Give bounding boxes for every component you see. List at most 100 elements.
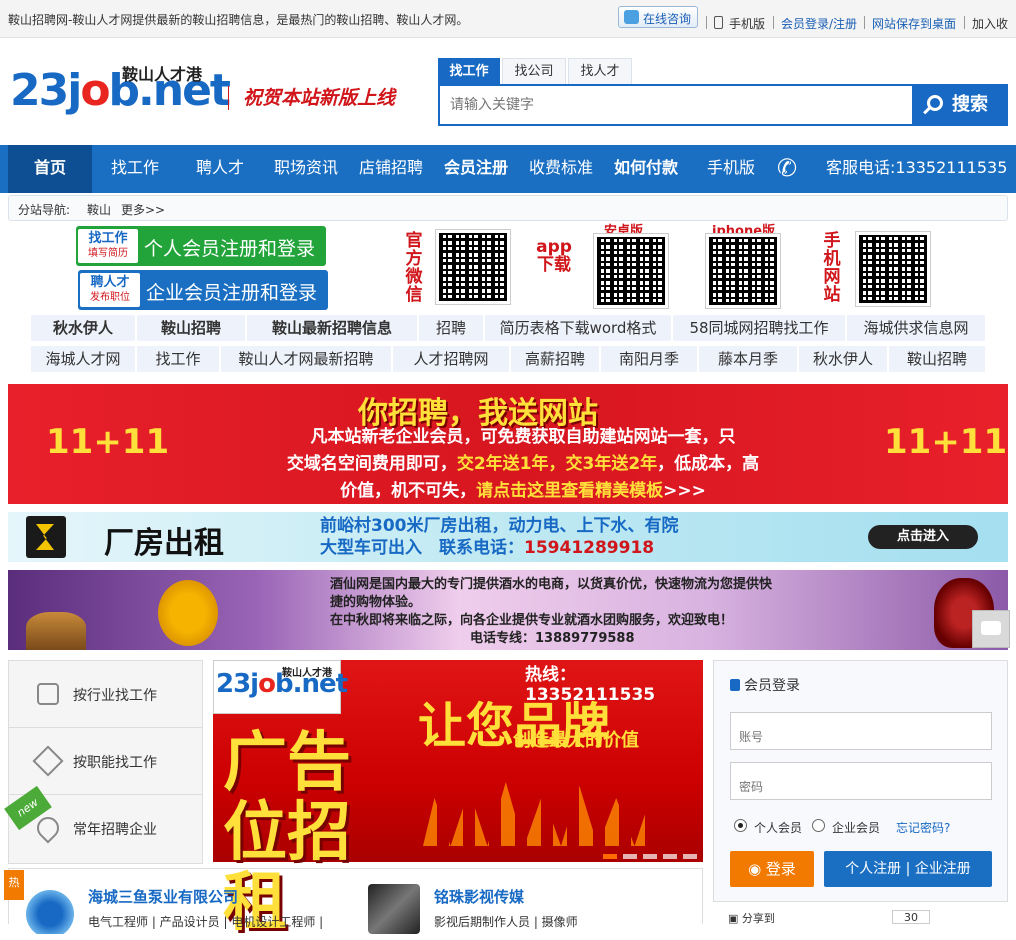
carousel-dots[interactable] (603, 848, 703, 863)
add-favorite-link[interactable]: 加入收 (972, 15, 1008, 32)
site-logo[interactable]: 23job.net 鞍山人才港 (10, 55, 231, 129)
share-icon: ▣ (728, 912, 742, 925)
forgot-password-link[interactable]: 忘记密码? (896, 819, 950, 836)
password-input[interactable] (730, 762, 992, 800)
mobile-site-label: 手机网站 (823, 231, 841, 305)
left-menu: 按行业找工作 按职能找工作 常年招聘企业 (8, 660, 203, 864)
keyword-link[interactable]: 招聘 (418, 314, 484, 342)
logo-cn: 鞍山人才港 (122, 65, 203, 84)
site-description: 鞍山招聘网-鞍山人才网提供最新的鞍山招聘信息，是最热门的鞍山招聘、鞍山人才网。 (8, 13, 469, 27)
nav-hire[interactable]: 聘人才 (178, 145, 262, 193)
slogan: 祝贺本站新版上线 (228, 86, 395, 110)
enter-button: 点击进入 (868, 525, 978, 549)
cross-icon (32, 745, 64, 777)
ad-space-banner[interactable]: 23job.net 鞍山人才港 热线：13352111535 让您品牌 创造最大的… (213, 660, 703, 938)
chat-icon (624, 10, 639, 24)
nav-how-to-pay[interactable]: 如何付款 (604, 145, 688, 193)
nav-register[interactable]: 会员注册 (434, 145, 518, 193)
search-box: 搜索 (438, 84, 1008, 126)
service-hotline: 客服电话:13352111535 (826, 158, 1008, 177)
keyword-link[interactable]: 海城人才网 (30, 345, 136, 373)
nav-find-job[interactable]: 找工作 (94, 145, 176, 193)
company-item[interactable]: 海城三鱼泵业有限公司 电气工程师 | 产品设计员 | 电机设计工程师 | (88, 886, 323, 930)
divider (864, 16, 865, 29)
login-register-link[interactable]: 会员登录/注册 (781, 15, 857, 32)
brand-logo-icon (26, 516, 66, 558)
ad-logo: 23job.net 鞍山人才港 (213, 660, 348, 714)
keyword-link[interactable]: 58同城网招聘找工作 (672, 314, 846, 342)
search-button[interactable]: 搜索 (912, 86, 1008, 124)
android-qr-code (593, 233, 669, 309)
tab-find-talent[interactable]: 找人才 (568, 58, 632, 84)
keyword-link[interactable]: 秋水伊人 (30, 314, 136, 342)
company-logo (368, 884, 420, 934)
keyword-link[interactable]: 高薪招聘 (510, 345, 600, 373)
floating-chat-icon[interactable] (972, 610, 1010, 648)
keyword-link[interactable]: 鞍山招聘 (136, 314, 246, 342)
keyword-link[interactable]: 海城供求信息网 (846, 314, 986, 342)
radio-personal-label: 个人会员 (754, 821, 803, 835)
database-icon (37, 683, 59, 705)
keyword-link[interactable]: 秋水伊人 (798, 345, 888, 373)
iphone-qr-code (705, 233, 781, 309)
wechat-label: 官方微信 (405, 231, 423, 305)
factory-rental-banner[interactable]: 厂房出租 前峪村300米厂房出租，动力电、上下水、有院 大型车可出入 联系电话：… (8, 512, 1008, 562)
branch-city-link[interactable]: 鞍山 (87, 201, 111, 218)
divider (706, 16, 707, 29)
company-logo (24, 884, 76, 934)
keyword-link[interactable]: 人才招聘网 (392, 345, 510, 373)
nav-store-jobs[interactable]: 店铺招聘 (350, 145, 432, 193)
phone-icon: ✆ (776, 154, 798, 182)
tab-find-company[interactable]: 找公司 (502, 58, 566, 84)
menu-by-function[interactable]: 按职能找工作 (9, 728, 202, 795)
user-icon: ◉ (748, 860, 766, 878)
register-button[interactable]: 个人注册 | 企业注册 (824, 851, 992, 887)
mobile-site-qr-code (855, 231, 931, 307)
dancers-graphic (423, 782, 653, 846)
keyword-link[interactable]: 鞍山招聘 (888, 345, 986, 373)
nav-career-news[interactable]: 职场资讯 (264, 145, 348, 193)
member-login-panel: 会员登录 个人会员 企业会员 忘记密码? ◉ 登录 个人注册 | 企业注册 (713, 660, 1008, 902)
account-input[interactable] (730, 712, 992, 750)
keyword-link[interactable]: 简历表格下载word格式 (484, 314, 672, 342)
app-download-label: app下载 (536, 237, 572, 275)
login-title: 会员登录 (730, 675, 800, 695)
gourd-icon (158, 580, 218, 646)
menu-by-industry[interactable]: 按行业找工作 (9, 661, 202, 728)
radio-company-label: 企业会员 (832, 821, 881, 835)
keyword-link[interactable]: 南阳月季 (600, 345, 698, 373)
share-count: 30 (892, 910, 930, 924)
radio-personal[interactable] (734, 819, 747, 832)
share-bar[interactable]: ▣ 分享到 (728, 910, 888, 925)
nav-pricing[interactable]: 收费标准 (520, 145, 602, 193)
radio-company[interactable] (812, 819, 825, 832)
save-desktop-link[interactable]: 网站保存到桌面 (872, 15, 956, 32)
mobile-link[interactable]: 手机版 (729, 15, 765, 32)
online-consult-button[interactable]: 在线咨询 (618, 6, 698, 28)
lock-icon (730, 679, 740, 691)
keyword-link[interactable]: 藤本月季 (698, 345, 798, 373)
tab-find-job[interactable]: 找工作 (438, 58, 500, 84)
website-gift-banner[interactable]: 你招聘，我送网站 11+11 11+11 凡本站新老企业会员，可免费获取自助建站… (8, 384, 1008, 504)
keyword-link[interactable]: 找工作 (136, 345, 220, 373)
branch-more-link[interactable]: 更多>> (121, 201, 165, 218)
search-icon (927, 95, 943, 111)
badge-left: 11+11 (46, 422, 170, 462)
divider (773, 16, 774, 29)
branch-nav: 分站导航: 鞍山 更多>> (8, 195, 1008, 221)
wechat-qr-code (435, 229, 511, 305)
company-item[interactable]: 铭珠影视传媒 影视后期制作人员 | 摄像师 (434, 886, 578, 930)
login-button[interactable]: ◉ 登录 (730, 851, 814, 887)
liquor-banner[interactable]: 酒仙网是国内最大的专门提供酒水的电商，以货真价优，快速物流为您提供快 捷的购物体… (8, 570, 1008, 650)
personal-register-button[interactable]: 找工作 填写简历 个人会员注册和登录 (76, 226, 326, 266)
hot-badge: 热 (4, 870, 24, 900)
mobile-icon (714, 16, 723, 29)
search-input[interactable] (440, 86, 912, 124)
pavilion-icon (26, 612, 86, 650)
nav-mobile[interactable]: 手机版 (690, 145, 772, 193)
badge-right: 11+11 (884, 422, 1008, 462)
keyword-link[interactable]: 鞍山人才网最新招聘 (220, 345, 392, 373)
nav-home[interactable]: 首页 (8, 145, 92, 193)
company-register-button[interactable]: 聘人才 发布职位 企业会员注册和登录 (78, 270, 328, 310)
keyword-link[interactable]: 鞍山最新招聘信息 (246, 314, 418, 342)
